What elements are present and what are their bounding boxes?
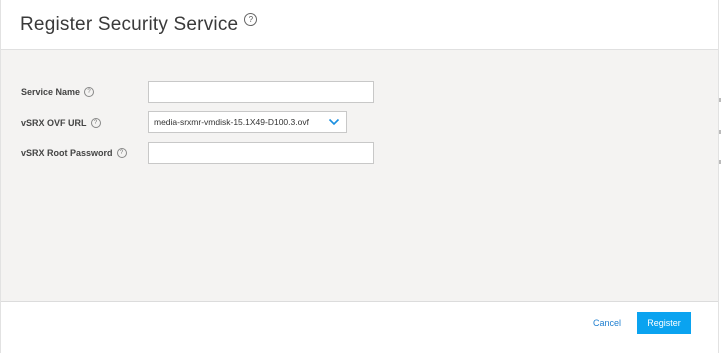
service-name-help-icon[interactable]: ?: [84, 87, 95, 97]
title-help-icon[interactable]: ?: [244, 13, 258, 26]
dialog-body: Service Name ? vSRX OVF URL ? media-srxm…: [1, 50, 718, 302]
dialog-header: Register Security Service ?: [1, 0, 718, 50]
service-name-row: Service Name ?: [21, 87, 95, 97]
dialog-footer: Cancel Register: [1, 302, 718, 353]
cancel-button[interactable]: Cancel: [593, 318, 621, 328]
service-name-label-wrap: Service Name ?: [21, 87, 95, 97]
dialog-title: Register Security Service: [20, 14, 239, 35]
service-name-input[interactable]: [148, 81, 374, 103]
root-password-label: vSRX Root Password: [21, 148, 113, 158]
ovf-url-selected-value: media-srxmr-vmdisk-15.1X49-D100.3.ovf: [154, 117, 309, 127]
ovf-url-row: vSRX OVF URL ?: [21, 118, 101, 128]
ovf-url-select[interactable]: media-srxmr-vmdisk-15.1X49-D100.3.ovf: [148, 111, 347, 133]
chevron-down-icon: [328, 118, 340, 126]
root-password-row: vSRX Root Password ?: [21, 148, 127, 158]
root-password-label-wrap: vSRX Root Password ?: [21, 148, 127, 158]
root-password-input[interactable]: [148, 142, 374, 164]
service-name-label: Service Name: [21, 87, 81, 97]
root-password-help-icon[interactable]: ?: [116, 148, 127, 158]
register-security-service-dialog: Register Security Service ? Service Name…: [0, 0, 719, 353]
ovf-url-help-icon[interactable]: ?: [90, 118, 101, 128]
register-button[interactable]: Register: [637, 312, 691, 334]
ovf-url-label-wrap: vSRX OVF URL ?: [21, 118, 101, 128]
ovf-url-label: vSRX OVF URL: [21, 118, 87, 128]
